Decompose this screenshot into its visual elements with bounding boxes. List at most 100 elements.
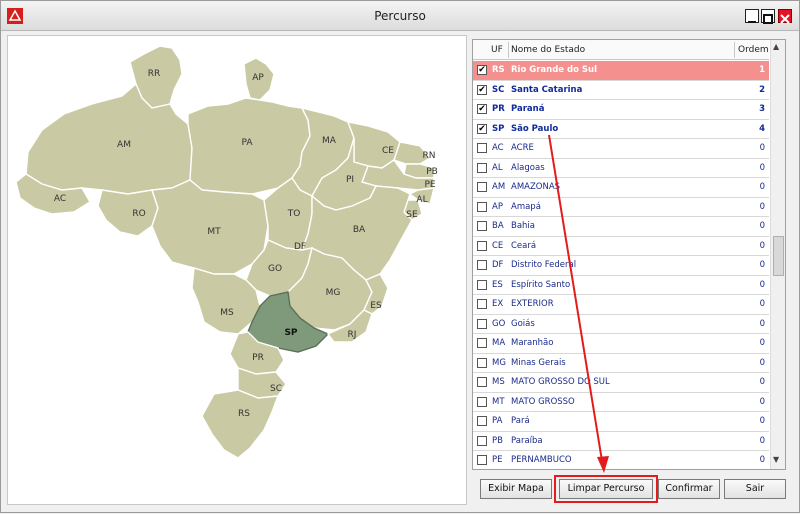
cell-nome: AMAZONAS — [511, 182, 561, 192]
label-ro: RO — [132, 209, 145, 219]
cell-nome: Bahia — [511, 221, 535, 231]
row-checkbox[interactable] — [477, 240, 487, 251]
cell-nome: Amapá — [511, 201, 541, 212]
cell-nome: Ceará — [511, 240, 537, 251]
cell-ordem: 0 — [759, 240, 765, 251]
maximize-button[interactable] — [761, 9, 775, 24]
grid-rows: ✔ RS Rio Grande do Sul 1 ✔ SC Santa Catarina 2… — [473, 61, 769, 469]
table-row[interactable]: ✔ SP São Paulo 4 — [473, 120, 769, 139]
cell-ordem: 0 — [759, 455, 765, 465]
cell-uf: RS — [492, 65, 505, 75]
grid-header: UF Nome do Estado Ordem — [473, 40, 769, 60]
table-row[interactable]: GO Goiás 0 — [473, 315, 769, 334]
header-ordem[interactable]: Ordem — [738, 45, 769, 55]
limpar-percurso-button[interactable]: Limpar Percurso — [559, 479, 653, 499]
row-checkbox[interactable] — [477, 377, 487, 387]
label-ap: AP — [252, 73, 264, 83]
table-row[interactable]: ✔ RS Rio Grande do Sul 1 — [473, 61, 769, 81]
label-ba: BA — [353, 225, 366, 235]
label-rn: RN — [423, 151, 436, 161]
header-uf[interactable]: UF — [491, 45, 503, 55]
row-checkbox[interactable] — [477, 299, 487, 309]
cell-nome: Alagoas — [511, 162, 545, 173]
table-row[interactable]: MT MATO GROSSO 0 — [473, 393, 769, 412]
title-bar[interactable]: Percurso — [1, 1, 799, 31]
sair-button[interactable]: Sair — [724, 479, 786, 499]
table-row[interactable]: PA Pará 0 — [473, 412, 769, 432]
table-row[interactable]: AL Alagoas 0 — [473, 159, 769, 178]
row-checkbox[interactable] — [477, 396, 487, 407]
table-row[interactable]: MA Maranhão 0 — [473, 334, 769, 354]
cell-ordem: 2 — [759, 84, 765, 95]
row-checkbox[interactable] — [477, 221, 487, 231]
header-nome-estado[interactable]: Nome do Estado — [511, 45, 585, 55]
row-checkbox[interactable] — [477, 162, 487, 173]
cell-nome: Minas Gerais — [511, 357, 566, 368]
cell-ordem: 0 — [759, 162, 765, 173]
scroll-thumb[interactable] — [773, 236, 784, 276]
row-checkbox[interactable] — [477, 357, 487, 368]
cell-uf: PR — [492, 104, 505, 114]
row-checkbox[interactable] — [477, 260, 487, 270]
table-row[interactable]: BA Bahia 0 — [473, 217, 769, 237]
cell-ordem: 0 — [759, 318, 765, 329]
cell-uf: PB — [492, 435, 503, 446]
cell-nome: Espírito Santo — [511, 279, 571, 290]
label-pr: PR — [252, 353, 264, 363]
table-row[interactable]: EX EXTERIOR 0 — [473, 295, 769, 315]
row-checkbox[interactable]: ✔ — [477, 104, 487, 114]
state-ro[interactable] — [97, 189, 159, 237]
table-row[interactable]: PE PERNAMBUCO 0 — [473, 451, 769, 469]
label-sc: SC — [270, 384, 282, 394]
cell-uf: MT — [492, 396, 505, 407]
row-checkbox[interactable] — [477, 435, 487, 446]
cell-ordem: 0 — [759, 396, 765, 407]
table-row[interactable]: ✔ SC Santa Catarina 2 — [473, 81, 769, 100]
label-rs: RS — [238, 409, 250, 419]
vertical-scrollbar[interactable]: ▲ ▼ — [770, 40, 785, 469]
label-am: AM — [117, 140, 131, 150]
table-row[interactable]: DF Distrito Federal 0 — [473, 256, 769, 276]
table-row[interactable]: PB Paraíba 0 — [473, 432, 769, 451]
exibir-mapa-button[interactable]: Exibir Mapa — [480, 479, 552, 499]
scroll-down-icon[interactable]: ▼ — [773, 455, 779, 464]
minimize-button[interactable] — [745, 9, 759, 23]
row-checkbox[interactable] — [477, 201, 487, 212]
table-row[interactable]: MG Minas Gerais 0 — [473, 354, 769, 373]
row-checkbox[interactable] — [477, 279, 487, 290]
states-grid[interactable]: UF Nome do Estado Ordem ✔ RS Rio Grande do… — [472, 39, 786, 470]
table-row[interactable]: AP Amapá 0 — [473, 198, 769, 217]
label-es: ES — [370, 301, 382, 311]
label-rr: RR — [148, 69, 161, 79]
cell-uf: SP — [492, 123, 505, 134]
label-ms: MS — [220, 308, 234, 318]
cell-nome: Maranhão — [511, 338, 554, 348]
table-row[interactable]: AM AMAZONAS 0 — [473, 178, 769, 198]
row-checkbox[interactable]: ✔ — [477, 65, 487, 75]
row-checkbox[interactable]: ✔ — [477, 84, 487, 95]
cell-uf: AC — [492, 143, 504, 153]
confirmar-button[interactable]: Confirmar — [658, 479, 720, 499]
label-ce: CE — [382, 146, 394, 156]
row-checkbox[interactable] — [477, 416, 487, 426]
row-checkbox[interactable] — [477, 318, 487, 329]
row-checkbox[interactable]: ✔ — [477, 123, 487, 134]
table-row[interactable]: MS MATO GROSSO DO SUL 0 — [473, 373, 769, 393]
cell-nome: MATO GROSSO DO SUL — [511, 377, 610, 387]
label-mg: MG — [326, 288, 341, 298]
row-checkbox[interactable] — [477, 143, 487, 153]
cell-nome: São Paulo — [511, 123, 559, 134]
close-button[interactable] — [778, 9, 792, 24]
table-row[interactable]: CE Ceará 0 — [473, 237, 769, 256]
row-checkbox[interactable] — [477, 182, 487, 192]
cell-ordem: 0 — [759, 435, 765, 446]
table-row[interactable]: AC ACRE 0 — [473, 139, 769, 159]
label-sp: SP — [284, 328, 297, 338]
table-row[interactable]: ✔ PR Paraná 3 — [473, 100, 769, 120]
scroll-up-icon[interactable]: ▲ — [773, 42, 779, 51]
state-rs[interactable] — [201, 389, 280, 459]
row-checkbox[interactable] — [477, 455, 487, 465]
cell-ordem: 1 — [759, 65, 765, 75]
table-row[interactable]: ES Espírito Santo 0 — [473, 276, 769, 295]
row-checkbox[interactable] — [477, 338, 487, 348]
